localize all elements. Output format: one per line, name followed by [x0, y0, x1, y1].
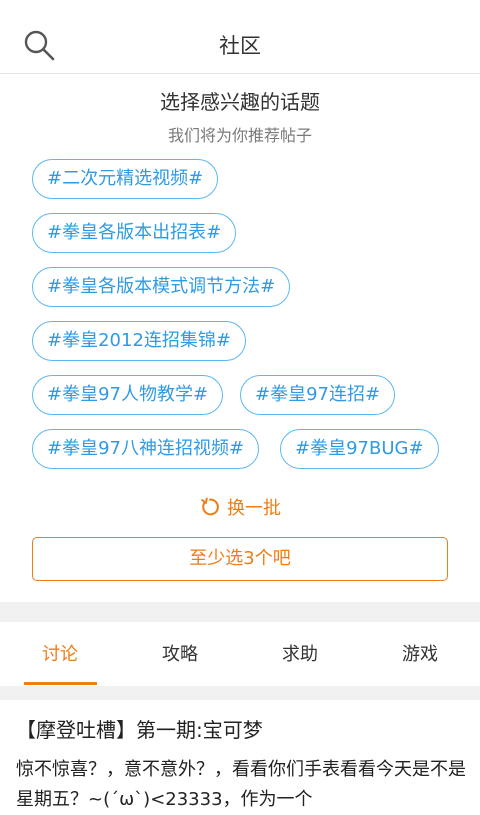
post-title[interactable]: 【摩登吐槽】第一期:宝可梦: [16, 714, 263, 743]
tab-help[interactable]: 求助: [240, 622, 360, 686]
tab-bar: 讨论 攻略 求助 游戏: [0, 622, 480, 686]
topic-tag[interactable]: #二次元精选视频#: [32, 159, 219, 199]
topic-tag[interactable]: #拳皇97连招#: [240, 375, 396, 415]
select-at-least-three-button[interactable]: 至少选3个吧: [32, 537, 448, 581]
topic-tag[interactable]: #拳皇97八神连招视频#: [32, 429, 260, 469]
refresh-label: 换一批: [227, 498, 281, 519]
topic-tag[interactable]: #拳皇97人物教学#: [32, 375, 224, 415]
topic-tag[interactable]: #拳皇各版本模式调节方法#: [32, 267, 291, 307]
topic-select-heading: 选择感兴趣的话题: [160, 90, 320, 114]
section-divider: [0, 686, 480, 700]
refresh-icon: [201, 497, 219, 516]
tab-guides[interactable]: 攻略: [120, 622, 240, 686]
topic-tag[interactable]: #拳皇2012连招集锦#: [32, 321, 246, 361]
post-excerpt[interactable]: 惊不惊喜？，意不意外？，看看你们手表看看今天是不是星期五？~(ˊωˋ)<2333…: [16, 755, 466, 815]
tab-games[interactable]: 游戏: [360, 622, 480, 686]
app-header: 社区: [0, 0, 480, 74]
topic-select-subheading: 我们将为你推荐帖子: [167, 126, 312, 145]
page-title: 社区: [219, 34, 261, 58]
topic-tag[interactable]: #拳皇各版本出招表#: [32, 213, 237, 253]
topic-tag[interactable]: #拳皇97BUG#: [280, 429, 439, 469]
section-divider: [0, 602, 480, 622]
active-tab-indicator: [24, 682, 97, 685]
tab-discussion[interactable]: 讨论: [0, 622, 120, 686]
refresh-topics-button[interactable]: 换一批: [0, 494, 480, 522]
